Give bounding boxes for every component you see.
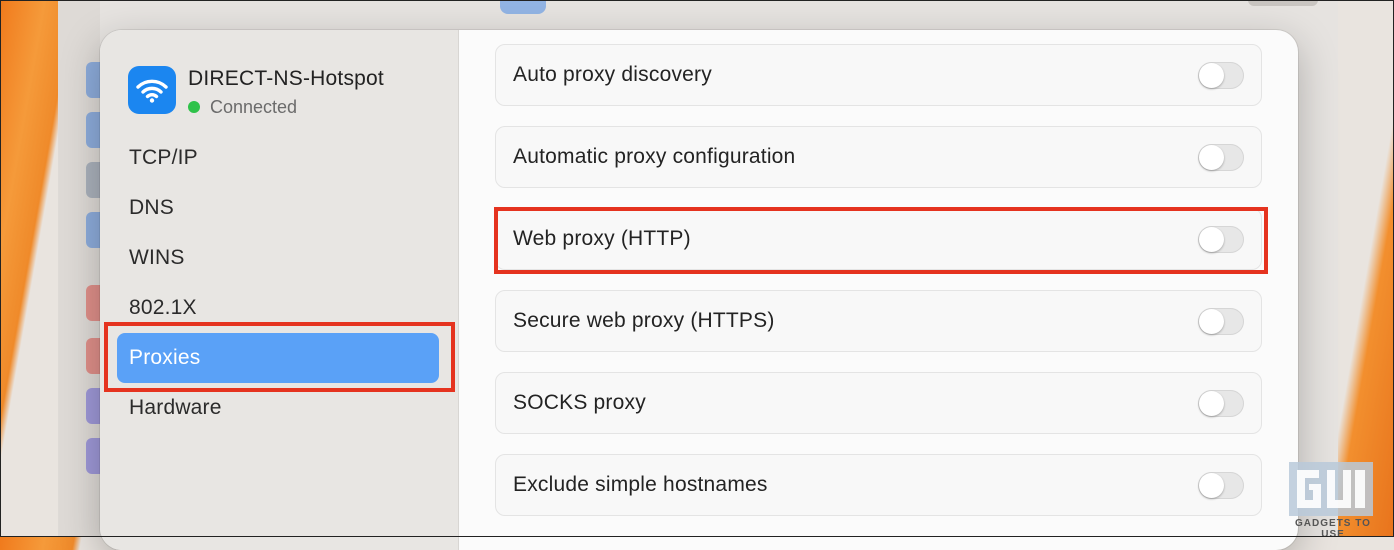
sidebar-item-label: 802.1X <box>129 296 197 319</box>
details-nav: TCP/IP DNS WINS 802.1X Proxies Hardware <box>117 133 439 433</box>
background-toolbar-button <box>500 0 546 14</box>
toggle-knob <box>1199 226 1224 252</box>
sidebar-item-8021x[interactable]: 802.1X <box>117 283 439 333</box>
toggle-knob <box>1199 144 1224 170</box>
proxy-row-socks: SOCKS proxy <box>495 372 1262 434</box>
auto-proxy-discovery-toggle[interactable] <box>1198 61 1244 89</box>
proxy-row-secure-https: Secure web proxy (HTTPS) <box>495 290 1262 352</box>
sidebar-item-wins[interactable]: WINS <box>117 233 439 283</box>
proxy-row-web-http: Web proxy (HTTP) <box>495 208 1262 270</box>
sidebar-item-label: Hardware <box>129 396 222 419</box>
network-header: DIRECT-NS-Hotspot Connected <box>128 66 384 118</box>
toggle-knob <box>1199 308 1224 334</box>
sidebar-item-tcpip[interactable]: TCP/IP <box>117 133 439 183</box>
wifi-icon <box>128 66 176 114</box>
sidebar-item-label: TCP/IP <box>129 146 198 169</box>
sidebar-item-dns[interactable]: DNS <box>117 183 439 233</box>
sidebar-item-label: DNS <box>129 196 174 219</box>
socks-proxy-toggle[interactable] <box>1198 389 1244 417</box>
proxy-row-label: Automatic proxy configuration <box>513 145 796 168</box>
proxy-row-label: Auto proxy discovery <box>513 63 712 86</box>
secure-web-proxy-https-toggle[interactable] <box>1198 307 1244 335</box>
proxy-row-label: Exclude simple hostnames <box>513 473 768 496</box>
network-name: DIRECT-NS-Hotspot <box>188 67 384 90</box>
toggle-knob <box>1199 62 1224 88</box>
toggle-knob <box>1199 390 1224 416</box>
sidebar-item-label: WINS <box>129 246 185 269</box>
background-toolbar-pill <box>1248 0 1318 6</box>
proxy-row-exclude-hostnames: Exclude simple hostnames <box>495 454 1262 516</box>
connection-status-label: Connected <box>210 97 298 117</box>
exclude-simple-hostnames-toggle[interactable] <box>1198 471 1244 499</box>
toggle-knob <box>1199 472 1224 498</box>
proxy-row-label: Secure web proxy (HTTPS) <box>513 309 775 332</box>
connection-status: Connected <box>188 96 384 118</box>
proxy-row-auto-config: Automatic proxy configuration <box>495 126 1262 188</box>
web-proxy-http-toggle[interactable] <box>1198 225 1244 253</box>
watermark: GADGETS TO USE <box>1283 460 1383 540</box>
sidebar-item-hardware[interactable]: Hardware <box>117 383 439 433</box>
gadgets-to-use-logo-icon <box>1289 462 1373 516</box>
sidebar-item-proxies[interactable]: Proxies <box>117 333 439 383</box>
connected-status-dot-icon <box>188 101 200 113</box>
network-details-sheet: DIRECT-NS-Hotspot Connected TCP/IP DNS W… <box>100 30 1298 550</box>
proxy-row-label: Web proxy (HTTP) <box>513 227 691 250</box>
details-sidebar: DIRECT-NS-Hotspot Connected TCP/IP DNS W… <box>100 30 459 550</box>
proxies-list: Auto proxy discovery Automatic proxy con… <box>495 44 1262 536</box>
proxy-row-label: SOCKS proxy <box>513 391 646 414</box>
proxy-row-auto-discovery: Auto proxy discovery <box>495 44 1262 106</box>
sidebar-item-label: Proxies <box>129 346 201 369</box>
automatic-proxy-configuration-toggle[interactable] <box>1198 143 1244 171</box>
